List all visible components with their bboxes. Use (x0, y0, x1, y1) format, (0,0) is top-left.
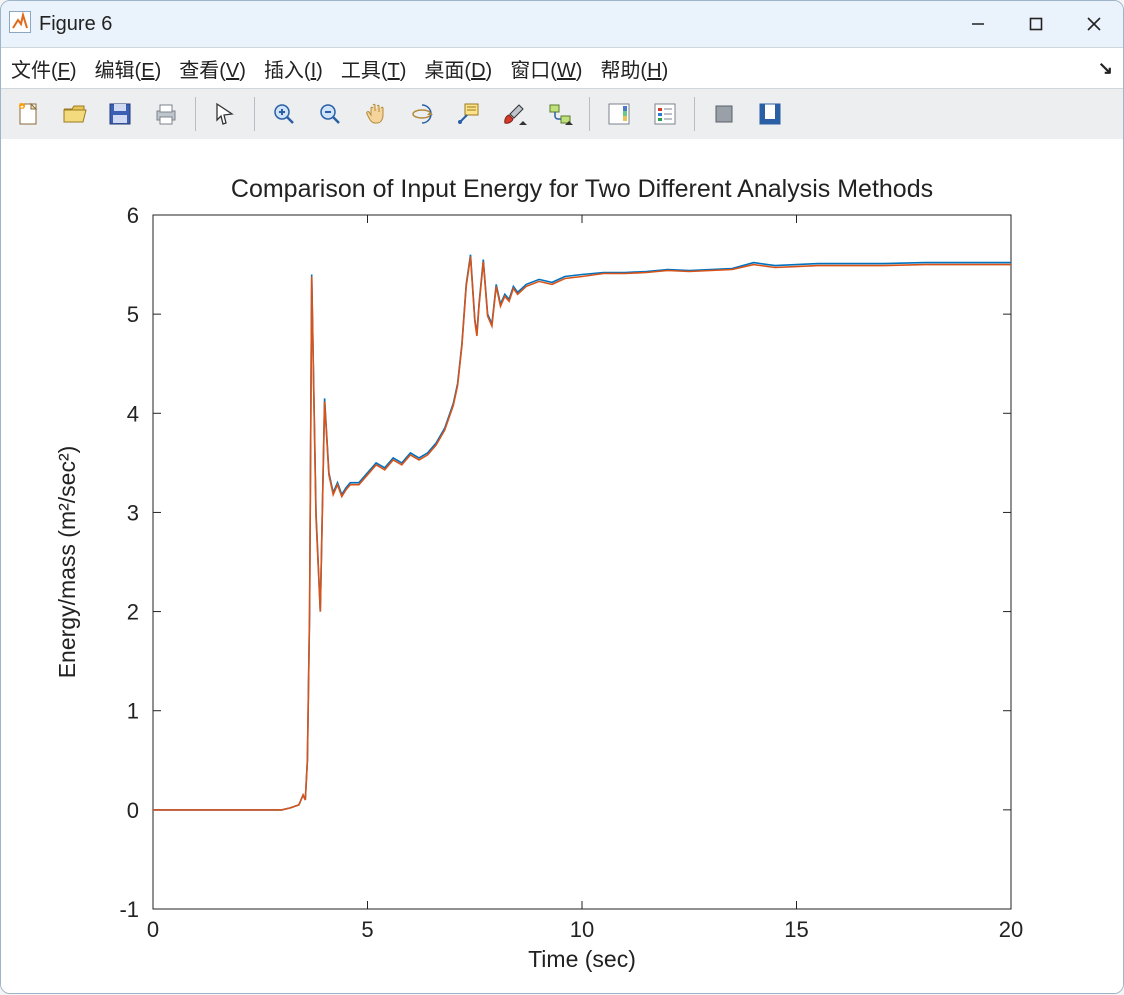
svg-text:2: 2 (127, 600, 139, 625)
svg-text:1: 1 (127, 699, 139, 724)
menu-edit[interactable]: 编辑(E) (95, 54, 162, 83)
x-axis-label: Time (sec) (528, 946, 636, 972)
svg-text:4: 4 (127, 401, 139, 426)
menu-tools[interactable]: 工具(T) (341, 54, 407, 83)
new-figure-button[interactable]: ✦ (7, 94, 49, 134)
title-bar[interactable]: Figure 6 (1, 1, 1123, 47)
rotate3d-button[interactable] (401, 94, 443, 134)
svg-text:0: 0 (147, 917, 159, 942)
zoom-out-button[interactable] (309, 94, 351, 134)
hide-plot-tools-button[interactable] (703, 94, 745, 134)
svg-text:10: 10 (570, 917, 594, 942)
svg-text:5: 5 (127, 302, 139, 327)
open-button[interactable] (53, 94, 95, 134)
svg-text:20: 20 (999, 917, 1023, 942)
window-controls (949, 1, 1123, 47)
save-button[interactable] (99, 94, 141, 134)
svg-text:0: 0 (127, 798, 139, 823)
svg-text:6: 6 (127, 203, 139, 228)
svg-text:3: 3 (127, 500, 139, 525)
edit-plot-button[interactable] (204, 94, 246, 134)
pan-button[interactable] (355, 94, 397, 134)
zoom-in-button[interactable] (263, 94, 305, 134)
print-button[interactable] (145, 94, 187, 134)
matlab-logo-icon (9, 11, 31, 38)
menu-desktop[interactable]: 桌面(D) (424, 54, 492, 83)
menu-file[interactable]: 文件(F) (11, 54, 77, 83)
close-button[interactable] (1065, 1, 1123, 47)
chart-title: Comparison of Input Energy for Two Diffe… (231, 175, 933, 203)
data-cursor-button[interactable] (447, 94, 489, 134)
figure-toolbar: ✦ (1, 89, 1123, 140)
show-plot-tools-button[interactable] (749, 94, 791, 134)
figure-canvas[interactable]: 0 5 10 15 20 -1 0 1 2 3 4 5 6 Comparison of Input Ene… (1, 139, 1123, 993)
undock-icon[interactable]: ↘ (1098, 58, 1113, 79)
figure-window: Figure 6 文件(F) 编辑(E) 查看(V) 插入(I) 工具(T) 桌… (0, 0, 1124, 994)
svg-text:✦: ✦ (19, 104, 24, 111)
brush-button[interactable] (493, 94, 535, 134)
menu-insert[interactable]: 插入(I) (264, 54, 323, 83)
minimize-button[interactable] (949, 1, 1007, 47)
svg-text:15: 15 (784, 917, 808, 942)
svg-text:-1: -1 (119, 897, 139, 922)
insert-legend-button[interactable] (644, 94, 686, 134)
menu-help[interactable]: 帮助(H) (600, 54, 668, 83)
y-axis-label: Energy/mass (m²/sec²) (54, 446, 80, 679)
insert-colorbar-button[interactable] (598, 94, 640, 134)
menu-bar: 文件(F) 编辑(E) 查看(V) 插入(I) 工具(T) 桌面(D) 窗口(W… (1, 47, 1123, 89)
menu-window[interactable]: 窗口(W) (510, 54, 582, 83)
maximize-button[interactable] (1007, 1, 1065, 47)
menu-view[interactable]: 查看(V) (179, 54, 246, 83)
axes[interactable]: 0 5 10 15 20 -1 0 1 2 3 4 5 6 Comparison of Input Ene… (1, 139, 1123, 993)
link-plots-button[interactable] (539, 94, 581, 134)
window-title: Figure 6 (39, 13, 112, 36)
svg-text:5: 5 (361, 917, 373, 942)
